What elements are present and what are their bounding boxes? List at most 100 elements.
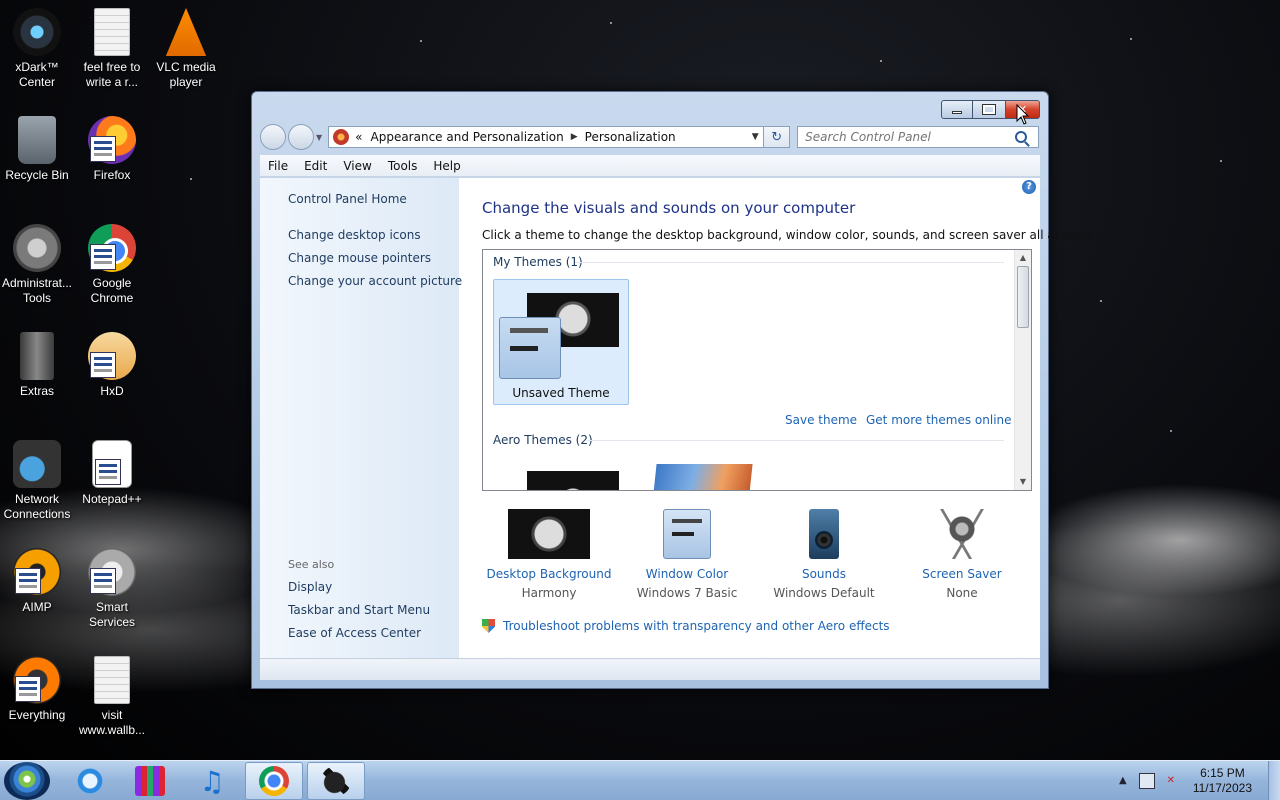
desktop-background-setting[interactable]: Desktop Background Harmony — [474, 509, 624, 600]
window-color-icon — [663, 509, 711, 559]
theme-tile-unsaved[interactable]: Unsaved Theme — [493, 279, 629, 405]
status-bar — [260, 658, 1040, 680]
address-bar[interactable]: « Appearance and Personalization ▶ Perso… — [328, 126, 765, 148]
desktop-icon-label: Administrat... Tools — [1, 276, 73, 305]
address-dropdown-icon[interactable]: ▼ — [747, 132, 763, 142]
menu-view[interactable]: View — [335, 159, 379, 173]
folder-icon — [20, 332, 54, 380]
setting-value: None — [946, 586, 978, 600]
setting-value: Harmony — [521, 586, 577, 600]
menu-edit[interactable]: Edit — [296, 159, 335, 173]
desktop-icon-extras[interactable]: Extras — [0, 332, 74, 399]
forward-button[interactable] — [288, 124, 314, 150]
breadcrumb-appearance[interactable]: Appearance and Personalization — [371, 130, 564, 144]
save-theme-link[interactable]: Save theme — [785, 413, 857, 427]
shield-icon — [482, 619, 495, 633]
desktop-icon-vlc[interactable]: VLC media player — [149, 8, 223, 90]
desktop-icon-admin-tools[interactable]: Administrat... Tools — [0, 224, 74, 306]
page-description: Click a theme to change the desktop back… — [482, 228, 1096, 242]
get-more-themes-link[interactable]: Get more themes online — [866, 413, 1012, 427]
desktop-icon-label: Everything — [8, 708, 66, 722]
theme-tile-aero-2[interactable] — [653, 464, 753, 490]
setting-name[interactable]: Window Color — [612, 567, 762, 581]
shortcut-overlay-icon — [90, 244, 116, 270]
desktop-icon-notepad-plus-plus[interactable]: Notepad++ — [75, 440, 149, 507]
desktop-icon-label: Firefox — [93, 168, 131, 182]
desktop-icon-hxd[interactable]: HxD — [75, 332, 149, 399]
search-input[interactable] — [805, 130, 1016, 144]
minimize-button[interactable] — [941, 100, 973, 119]
sounds-setting[interactable]: Sounds Windows Default — [749, 509, 899, 600]
show-hidden-icons-icon[interactable]: ▲ — [1115, 773, 1131, 789]
music-note-icon: ♫ — [199, 764, 225, 798]
desktop-icon-label: AIMP — [22, 600, 52, 614]
setting-value: Windows Default — [773, 586, 875, 600]
change-account-picture-link[interactable]: Change your account picture — [288, 274, 462, 288]
desktop-icon-chrome[interactable]: Google Chrome — [75, 224, 149, 306]
breadcrumb-personalization[interactable]: Personalization — [585, 130, 676, 144]
breadcrumb-overflow[interactable]: « — [355, 130, 362, 144]
control-panel-home-link[interactable]: Control Panel Home — [288, 192, 407, 206]
desktop-icon-aimp[interactable]: AIMP — [0, 548, 74, 615]
troubleshoot-link[interactable]: Troubleshoot problems with transparency … — [482, 619, 890, 633]
desktop-icon-smart-services[interactable]: Smart Services — [75, 548, 149, 630]
network-icon — [13, 440, 61, 488]
shortcut-overlay-icon — [15, 676, 41, 702]
star — [610, 22, 612, 24]
help-icon[interactable]: ? — [1022, 180, 1036, 194]
taskbar-archiver[interactable] — [121, 762, 179, 800]
refresh-button[interactable]: ↻ — [764, 126, 791, 148]
aimp-icon — [13, 548, 61, 596]
back-button[interactable] — [260, 124, 286, 150]
breadcrumb-separator-icon[interactable]: ▶ — [571, 132, 578, 142]
window-color-setting[interactable]: Window Color Windows 7 Basic — [612, 509, 762, 600]
left-navigation-pane: Control Panel Home Change desktop icons … — [260, 178, 462, 658]
desktop-icon-text-file[interactable]: feel free to write a r... — [75, 8, 149, 90]
scroll-thumb[interactable] — [1017, 266, 1029, 328]
setting-name[interactable]: Screen Saver — [887, 567, 1037, 581]
start-button[interactable] — [4, 762, 50, 800]
desktop-icon-firefox[interactable]: Firefox — [75, 116, 149, 183]
themes-scrollbar[interactable]: ▲ ▼ — [1014, 250, 1031, 490]
show-desktop-button[interactable] — [1268, 761, 1280, 800]
change-desktop-icons-link[interactable]: Change desktop icons — [288, 228, 421, 242]
taskbar-personalization[interactable] — [307, 762, 365, 800]
firefox-icon — [88, 116, 136, 164]
taskbar-chrome[interactable] — [245, 762, 303, 800]
setting-name[interactable]: Sounds — [749, 567, 899, 581]
recent-pages-dropdown[interactable]: ▼ — [316, 133, 322, 142]
menu-help[interactable]: Help — [425, 159, 468, 173]
menu-tools[interactable]: Tools — [380, 159, 426, 173]
desktop-icon-label: Smart Services — [88, 600, 135, 629]
ease-of-access-link[interactable]: Ease of Access Center — [288, 626, 421, 640]
change-mouse-pointers-link[interactable]: Change mouse pointers — [288, 251, 431, 265]
desktop-icon-xdark-center[interactable]: xDark™ Center — [0, 8, 74, 90]
system-clock[interactable]: 6:15 PM 11/17/2023 — [1193, 766, 1252, 796]
search-box[interactable] — [797, 126, 1040, 148]
theme-tile-aero-1[interactable] — [527, 471, 619, 490]
setting-name[interactable]: Desktop Background — [474, 567, 624, 581]
desktop-icon-visit-file[interactable]: visit www.wallb... — [75, 656, 149, 738]
desktop-icon-everything[interactable]: Everything — [0, 656, 74, 723]
notepad-plus-plus-icon — [92, 440, 132, 488]
desktop-icon-recycle-bin[interactable]: Recycle Bin — [0, 116, 74, 183]
search-icon[interactable] — [1015, 131, 1028, 143]
screen-saver-icon — [937, 509, 987, 559]
taskbar-start-menu-link[interactable]: Taskbar and Start Menu — [288, 603, 430, 617]
themes-list[interactable]: My Themes (1) Unsaved Theme Save theme G… — [482, 249, 1032, 491]
admin-tools-icon — [13, 224, 61, 272]
scroll-down-icon[interactable]: ▼ — [1015, 474, 1031, 490]
volume-muted-icon[interactable]: ✕ — [1163, 773, 1179, 789]
taskbar-music[interactable]: ♫ — [183, 762, 241, 800]
display-link[interactable]: Display — [288, 580, 332, 594]
scroll-up-icon[interactable]: ▲ — [1015, 250, 1031, 266]
theme-settings-row: Desktop Background Harmony Window Color … — [482, 509, 1027, 605]
desktop-icon-network[interactable]: Network Connections — [0, 440, 74, 522]
menu-file[interactable]: File — [260, 159, 296, 173]
maximize-button[interactable] — [973, 100, 1006, 119]
taskbar-internet-explorer[interactable] — [61, 762, 119, 800]
screen-saver-setting[interactable]: Screen Saver None — [887, 509, 1037, 600]
network-tray-icon[interactable] — [1138, 773, 1155, 789]
group-divider — [587, 440, 1004, 441]
my-themes-heading: My Themes (1) — [493, 255, 583, 269]
